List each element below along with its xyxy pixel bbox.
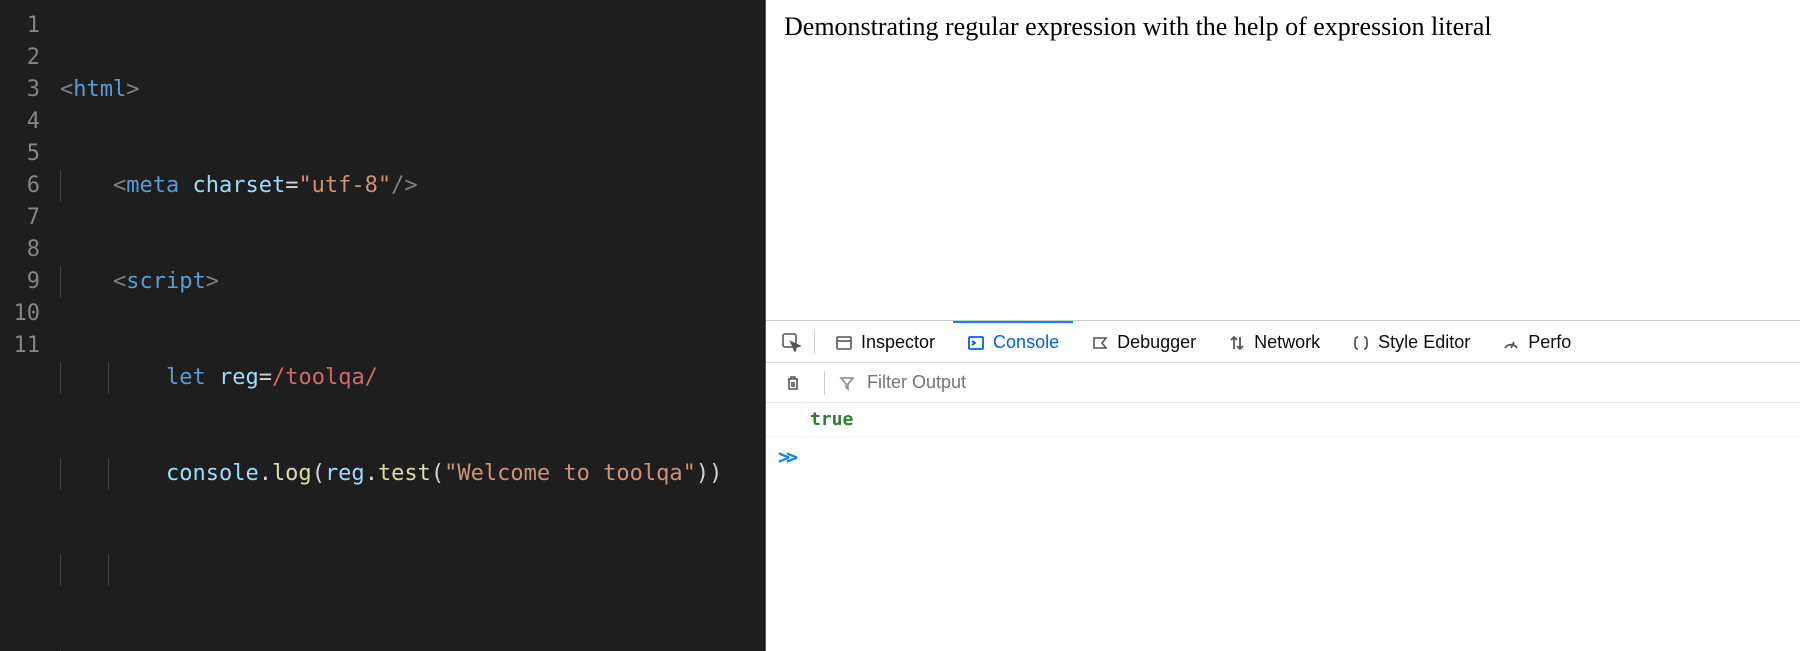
- tab-label: Perfo: [1528, 332, 1571, 353]
- browser-pane: Demonstrating regular expression with th…: [765, 0, 1800, 651]
- tab-label: Style Editor: [1378, 332, 1470, 353]
- tab-performance[interactable]: Perfo: [1488, 321, 1585, 362]
- console-log-row: true: [766, 403, 1800, 437]
- console-output-area[interactable]: true >>: [766, 403, 1800, 651]
- style-editor-icon: [1352, 334, 1370, 352]
- network-icon: [1228, 334, 1246, 352]
- prompt-chevron-icon: >>: [778, 445, 794, 469]
- tab-console[interactable]: Console: [953, 321, 1073, 362]
- console-prompt[interactable]: >>: [766, 437, 1800, 477]
- console-log-value: true: [810, 409, 853, 430]
- performance-icon: [1502, 334, 1520, 352]
- rendered-page: Demonstrating regular expression with th…: [766, 0, 1800, 320]
- tab-label: Inspector: [861, 332, 935, 353]
- code-editor[interactable]: 1 2 3 4 5 6 7 8 9 10 11 <html> <meta cha…: [0, 0, 765, 651]
- line-number: 9: [0, 266, 40, 298]
- tab-label: Console: [993, 332, 1059, 353]
- pick-element-button[interactable]: [774, 325, 808, 359]
- line-number: 11: [0, 330, 40, 362]
- separator: [814, 330, 815, 354]
- filter-icon: [839, 375, 855, 391]
- line-number: 1: [0, 10, 40, 42]
- line-number: 5: [0, 138, 40, 170]
- tab-label: Debugger: [1117, 332, 1196, 353]
- line-number: 3: [0, 74, 40, 106]
- devtools-panel: Inspector Console Debugger: [766, 320, 1800, 651]
- debugger-icon: [1091, 334, 1109, 352]
- code-area[interactable]: <html> <meta charset="utf-8"/> <script> …: [50, 0, 762, 651]
- console-toolbar: [766, 363, 1800, 403]
- line-number: 7: [0, 202, 40, 234]
- tab-debugger[interactable]: Debugger: [1077, 321, 1210, 362]
- tab-style-editor[interactable]: Style Editor: [1338, 321, 1484, 362]
- clear-console-button[interactable]: [776, 366, 810, 400]
- tab-network[interactable]: Network: [1214, 321, 1334, 362]
- filter-output-input[interactable]: [867, 372, 1790, 393]
- console-icon: [967, 334, 985, 352]
- tab-label: Network: [1254, 332, 1320, 353]
- line-number: 8: [0, 234, 40, 266]
- line-number: 2: [0, 42, 40, 74]
- line-number-gutter: 1 2 3 4 5 6 7 8 9 10 11: [0, 0, 50, 651]
- page-body-text: Demonstrating regular expression with th…: [784, 12, 1492, 41]
- inspector-icon: [835, 334, 853, 352]
- line-number: 6: [0, 170, 40, 202]
- line-number: 4: [0, 106, 40, 138]
- separator: [824, 371, 825, 395]
- app-root: 1 2 3 4 5 6 7 8 9 10 11 <html> <meta cha…: [0, 0, 1800, 651]
- devtools-tab-bar: Inspector Console Debugger: [766, 321, 1800, 363]
- line-number: 10: [0, 298, 40, 330]
- tab-inspector[interactable]: Inspector: [821, 321, 949, 362]
